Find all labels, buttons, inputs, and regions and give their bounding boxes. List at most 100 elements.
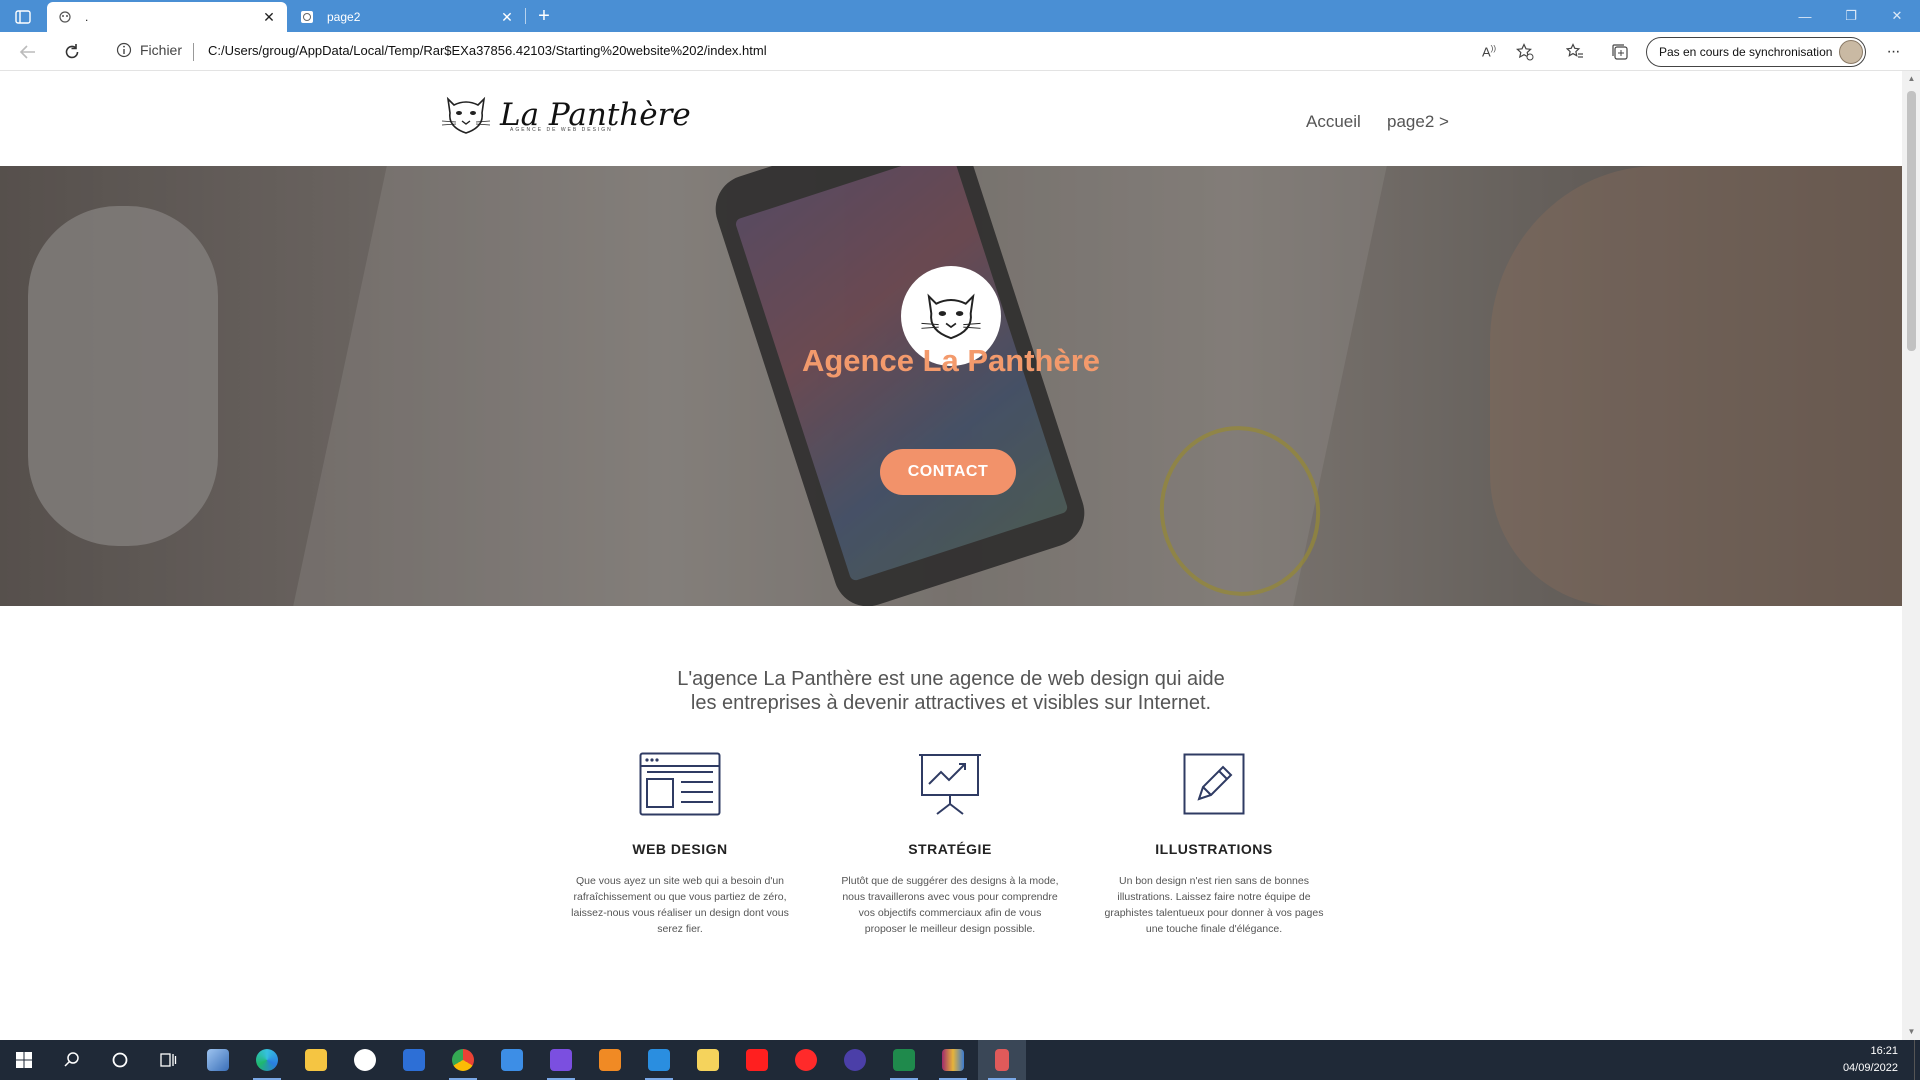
- taskbar-youtube[interactable]: [733, 1040, 781, 1080]
- app-active-icon: [995, 1049, 1009, 1071]
- cortana-button[interactable]: [96, 1040, 144, 1080]
- url-separator: [193, 43, 194, 61]
- service-description: Que vous ayez un site web qui a besoin d…: [571, 875, 789, 935]
- taskbar-app-purple[interactable]: [537, 1040, 585, 1080]
- task-view-button[interactable]: [144, 1040, 192, 1080]
- back-arrow-icon: [19, 45, 35, 59]
- taskbar-sublime[interactable]: [586, 1040, 634, 1080]
- taskbar-codepen[interactable]: [341, 1040, 389, 1080]
- excel-icon: [893, 1049, 915, 1071]
- clock-time: 16:21: [1870, 1045, 1898, 1057]
- nav-link-accueil[interactable]: Accueil: [1306, 112, 1361, 132]
- hero-banner: Agence La Panthère CONTACT: [0, 166, 1902, 606]
- vscode-icon: [648, 1049, 670, 1071]
- read-aloud-icon: A)): [1482, 44, 1496, 60]
- intro-line-2: les entreprises à devenir attractives et…: [690, 692, 1212, 714]
- new-tab-button[interactable]: +: [532, 4, 556, 28]
- service-title: STRATÉGIE: [908, 841, 992, 857]
- site-logo[interactable]: La Panthère AGENCE DE WEB DESIGN: [438, 89, 691, 141]
- panther-favicon-icon: [57, 9, 73, 25]
- youtube-icon: [746, 1049, 768, 1071]
- taskbar-file-explorer[interactable]: [292, 1040, 340, 1080]
- contact-button[interactable]: CONTACT: [880, 449, 1016, 495]
- tab-close-icon[interactable]: ✕: [261, 9, 277, 26]
- profile-sync-button[interactable]: Pas en cours de synchronisation: [1646, 37, 1866, 67]
- sync-status-label: Pas en cours de synchronisation: [1659, 45, 1833, 59]
- taskbar-notes[interactable]: [684, 1040, 732, 1080]
- youtube-music-icon: [795, 1049, 817, 1071]
- taskbar-app-1[interactable]: [194, 1040, 242, 1080]
- show-desktop-button[interactable]: [1914, 1040, 1920, 1080]
- taskbar-edge[interactable]: [243, 1040, 291, 1080]
- cortana-icon: [112, 1052, 128, 1068]
- taskbar-app-at[interactable]: [831, 1040, 879, 1080]
- service-title: ILLUSTRATIONS: [1155, 841, 1273, 857]
- mail-icon: [501, 1049, 523, 1071]
- folder-icon: [305, 1049, 327, 1071]
- page-scrollbar[interactable]: ▲ ▼: [1902, 71, 1920, 1040]
- service-strategie: STRATÉGIE Plutôt que de suggérer des des…: [830, 751, 1070, 937]
- tab-home[interactable]: . ✕: [47, 2, 287, 32]
- taskbar-store[interactable]: [390, 1040, 438, 1080]
- nav-link-page2[interactable]: page2 >: [1387, 112, 1449, 132]
- add-favorite-button[interactable]: [1514, 41, 1536, 63]
- taskbar-youtube-music[interactable]: [782, 1040, 830, 1080]
- task-view-icon: [160, 1053, 177, 1067]
- sublime-icon: [599, 1049, 621, 1071]
- search-button[interactable]: [48, 1040, 96, 1080]
- scroll-up-icon[interactable]: ▲: [1907, 74, 1916, 84]
- taskbar-chrome[interactable]: [439, 1040, 487, 1080]
- services-section: WEB DESIGN Que vous ayez un site web qui…: [560, 751, 1340, 941]
- search-icon: [64, 1052, 79, 1067]
- hero-title: Agence La Panthère: [801, 343, 1101, 378]
- tab-actions-button[interactable]: [8, 6, 38, 28]
- chrome-icon: [452, 1049, 474, 1071]
- minimize-button[interactable]: —: [1782, 0, 1828, 32]
- url-input[interactable]: C:/Users/groug/AppData/Local/Temp/Rar$EX…: [208, 43, 767, 58]
- refresh-button[interactable]: [58, 38, 86, 66]
- intro-line-1: L'agence La Panthère est une agence de w…: [677, 668, 1225, 690]
- system-clock[interactable]: 16:21 04/09/2022: [1843, 1043, 1898, 1077]
- strategy-chart-icon: [830, 751, 1070, 817]
- taskbar-app-active[interactable]: [978, 1040, 1026, 1080]
- service-web-design: WEB DESIGN Que vous ayez un site web qui…: [560, 751, 800, 937]
- taskbar-excel[interactable]: [880, 1040, 928, 1080]
- taskbar-vscode[interactable]: [635, 1040, 683, 1080]
- info-icon: [116, 42, 132, 58]
- store-icon: [403, 1049, 425, 1071]
- clock-date: 04/09/2022: [1842, 1062, 1898, 1074]
- pencil-icon: [1094, 751, 1334, 817]
- profile-avatar: [1839, 40, 1863, 64]
- scroll-down-icon[interactable]: ▼: [1907, 1027, 1916, 1037]
- settings-menu-button[interactable]: ···: [1882, 41, 1904, 63]
- edge-icon: [256, 1049, 278, 1071]
- collections-icon: [1612, 44, 1628, 60]
- service-description: Plutôt que de suggérer des designs à la …: [841, 875, 1059, 935]
- close-window-button[interactable]: ✕: [1874, 0, 1920, 32]
- windows-taskbar: 16:21 04/09/2022: [0, 1040, 1920, 1080]
- app-purple-icon: [550, 1049, 572, 1071]
- collections-button[interactable]: [1609, 41, 1631, 63]
- intro-text: L'agence La Panthère est une agence de w…: [0, 667, 1902, 715]
- browser-tab-bar: . ✕ page2 ✕ + — ❐ ✕: [0, 0, 1920, 32]
- start-button[interactable]: [0, 1040, 48, 1080]
- app-at-icon: [844, 1049, 866, 1071]
- site-info-button[interactable]: Fichier: [116, 42, 182, 58]
- page-viewport: La Panthère AGENCE DE WEB DESIGN Accueil…: [0, 71, 1902, 1040]
- favorites-button[interactable]: [1564, 41, 1586, 63]
- app-laptop-icon: [207, 1049, 229, 1071]
- tab-page2[interactable]: page2 ✕: [289, 2, 525, 32]
- favorites-icon: [1566, 43, 1583, 58]
- codepen-icon: [354, 1049, 376, 1071]
- back-button[interactable]: [14, 38, 42, 66]
- scroll-thumb[interactable]: [1907, 91, 1916, 351]
- panther-head-icon: [921, 293, 981, 340]
- service-title: WEB DESIGN: [632, 841, 728, 857]
- tab-actions-icon: [15, 10, 31, 24]
- taskbar-winrar[interactable]: [929, 1040, 977, 1080]
- restore-button[interactable]: ❐: [1828, 0, 1874, 32]
- tab-title: .: [85, 10, 89, 24]
- read-aloud-button[interactable]: A)): [1478, 41, 1500, 63]
- tab-close-icon[interactable]: ✕: [499, 9, 515, 26]
- taskbar-mail[interactable]: [488, 1040, 536, 1080]
